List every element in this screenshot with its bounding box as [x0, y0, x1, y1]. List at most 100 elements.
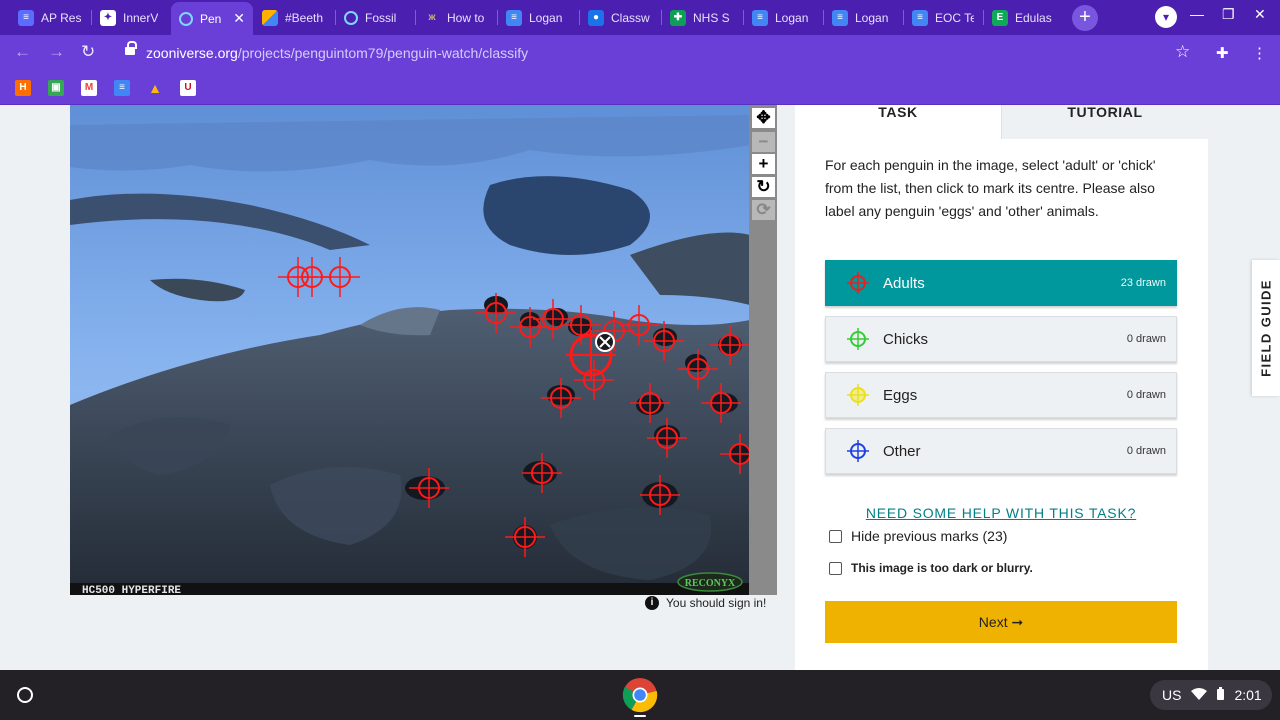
forward-icon[interactable]: →	[48, 42, 65, 62]
classify-page: HC500 HYPERFIRE RECONYX ✥ − + ↻ ⟳ i You …	[0, 105, 1280, 670]
docs-icon: ≡	[752, 9, 768, 26]
checkbox-box[interactable]	[829, 561, 842, 575]
checkbox-label: This image is too dark or blurry.	[851, 561, 1033, 575]
task-instructions: For each penguin in the image, select 'a…	[825, 157, 1156, 219]
url-host: zooniverse.org	[146, 45, 238, 61]
checkbox-label: Hide previous marks (23)	[851, 528, 1008, 544]
battery-icon	[1217, 687, 1225, 703]
gmail-bookmark-icon[interactable]: M	[81, 80, 97, 96]
rotate-button[interactable]: ↻	[752, 177, 775, 197]
zoom-in-button[interactable]: +	[752, 154, 775, 174]
close-tab-icon[interactable]: ✕	[227, 10, 245, 27]
minimize-icon[interactable]: —	[1190, 6, 1204, 22]
task-panel: TASK TUTORIAL For each penguin in the im…	[795, 105, 1208, 670]
tool-chicks[interactable]: Chicks 0 drawn	[825, 316, 1177, 362]
next-button[interactable]: Next ➞	[825, 601, 1177, 643]
status-tray[interactable]: US 2:01	[1150, 680, 1272, 710]
browser-tab[interactable]: ≡ Logan	[824, 4, 902, 31]
docs-icon: ≡	[506, 9, 522, 26]
chrome-app-icon[interactable]	[622, 677, 658, 713]
tab-task[interactable]: TASK	[795, 105, 1001, 139]
zoom-out-button[interactable]: −	[752, 132, 775, 152]
blocks-icon	[262, 9, 278, 26]
tool-eggs[interactable]: Eggs 0 drawn	[825, 372, 1177, 418]
reconyx-logo-text: RECONYX	[685, 578, 736, 589]
url-path: /projects/penguintom79/penguin-watch/cla…	[237, 45, 529, 61]
bookmark-star-icon[interactable]: ☆	[1175, 42, 1190, 62]
tool-adults[interactable]: Adults 23 drawn	[825, 260, 1177, 306]
too-dark-checkbox[interactable]: This image is too dark or blurry.	[829, 561, 1033, 575]
new-tab-button[interactable]: +	[1072, 5, 1098, 31]
tab-strip: ≡ AP Res ✦ InnerV Pen ✕ #Beeth Fossil ж How …	[0, 0, 1280, 35]
help-link[interactable]: NEED SOME HELP WITH THIS TASK?	[859, 505, 1143, 521]
locale-indicator: US	[1162, 687, 1182, 703]
cross-icon: ✚	[670, 9, 686, 26]
address-bar[interactable]: zooniverse.org/projects/penguintom79/pen…	[113, 39, 1206, 67]
tool-count: 0 drawn	[1126, 445, 1166, 457]
other-crosshair-icon	[847, 440, 869, 462]
close-window-icon[interactable]: ✕	[1254, 6, 1266, 23]
restore-icon[interactable]: ❐	[1222, 6, 1235, 23]
school-bookmark-icon[interactable]: U	[180, 80, 196, 96]
wifi-icon	[1191, 687, 1208, 703]
tool-other[interactable]: Other 0 drawn	[825, 428, 1177, 474]
tool-label: Other	[883, 442, 921, 460]
clock: 2:01	[1234, 687, 1262, 703]
browser-tab[interactable]: Fossil	[336, 4, 414, 31]
hide-previous-marks-checkbox[interactable]: Hide previous marks (23)	[829, 528, 1007, 544]
tab-tutorial[interactable]: TUTORIAL	[1001, 105, 1208, 139]
docs-icon: ≡	[912, 9, 928, 26]
tool-label: Eggs	[883, 386, 918, 404]
browser-tab[interactable]: ≡ EOC Te	[904, 4, 982, 31]
extensions-icon[interactable]: ✚	[1216, 44, 1229, 62]
profile-menu-icon[interactable]: ▾	[1155, 6, 1177, 28]
tool-count: 0 drawn	[1126, 389, 1166, 401]
subject-image-viewer[interactable]: HC500 HYPERFIRE RECONYX	[70, 105, 750, 595]
checkbox-box[interactable]	[829, 529, 842, 543]
home-bookmark-icon[interactable]: H	[15, 80, 31, 96]
info-icon: i	[645, 596, 659, 610]
sign-in-notice: i You should sign in!	[645, 596, 766, 610]
camera-model-text: HC500 HYPERFIRE	[82, 585, 181, 595]
edulastic-icon: E	[992, 9, 1008, 26]
field-guide-label: FIELD GUIDE	[1258, 279, 1274, 377]
browser-tab[interactable]: ≡ AP Res	[10, 4, 90, 31]
docs-bookmark-icon[interactable]: ≡	[114, 80, 130, 96]
browser-tab[interactable]: ≡ Logan	[744, 4, 822, 31]
browser-toolbar: ← → ↻ zooniverse.org/projects/penguintom…	[0, 35, 1280, 70]
browser-tab[interactable]: ж How to	[416, 4, 496, 31]
reset-view-button[interactable]: ⟳	[752, 200, 775, 220]
browser-tab[interactable]: ≡ Logan	[498, 4, 578, 31]
pan-control-button[interactable]: ✥	[752, 108, 775, 128]
eggs-crosshair-icon	[847, 384, 869, 406]
sign-in-notice-text: You should sign in!	[666, 596, 767, 610]
browser-tab[interactable]: E Edulas	[984, 4, 1064, 31]
tool-count: 0 drawn	[1126, 333, 1166, 345]
tool-label: Adults	[883, 274, 925, 292]
browser-tab-active[interactable]: Pen ✕	[171, 2, 253, 35]
browser-tab[interactable]: ✦ InnerV	[92, 4, 170, 31]
butterfly-icon: ж	[428, 12, 436, 23]
photo-bookmark-icon[interactable]: ▣	[48, 80, 64, 96]
adults-crosshair-icon	[847, 272, 869, 294]
field-guide-tab[interactable]: FIELD GUIDE	[1252, 260, 1280, 396]
browser-menu-icon[interactable]: ⋮	[1252, 44, 1267, 62]
bookmarks-bar: H ▣ M ≡ ▲ U	[0, 70, 1280, 105]
lock-icon	[125, 41, 137, 57]
docs-icon: ≡	[832, 9, 848, 26]
chicks-crosshair-icon	[847, 328, 869, 350]
active-app-indicator	[634, 715, 646, 717]
classroom-icon: ●	[588, 9, 604, 26]
zooniverse-icon	[344, 10, 358, 25]
penguin-camera-image[interactable]: HC500 HYPERFIRE RECONYX	[70, 105, 750, 595]
back-icon[interactable]: ←	[14, 42, 31, 62]
browser-tab[interactable]: ● Classw	[580, 4, 660, 31]
reload-icon[interactable]: ↻	[81, 42, 95, 62]
delete-mark-icon[interactable]	[595, 332, 615, 352]
browser-tab[interactable]: ✚ NHS S	[662, 4, 742, 31]
browser-tab[interactable]: #Beeth	[254, 4, 334, 31]
zooniverse-icon	[179, 11, 193, 26]
tool-count: 23 drawn	[1120, 277, 1166, 289]
drive-bookmark-icon[interactable]: ▲	[147, 80, 163, 96]
launcher-icon[interactable]	[17, 687, 33, 703]
